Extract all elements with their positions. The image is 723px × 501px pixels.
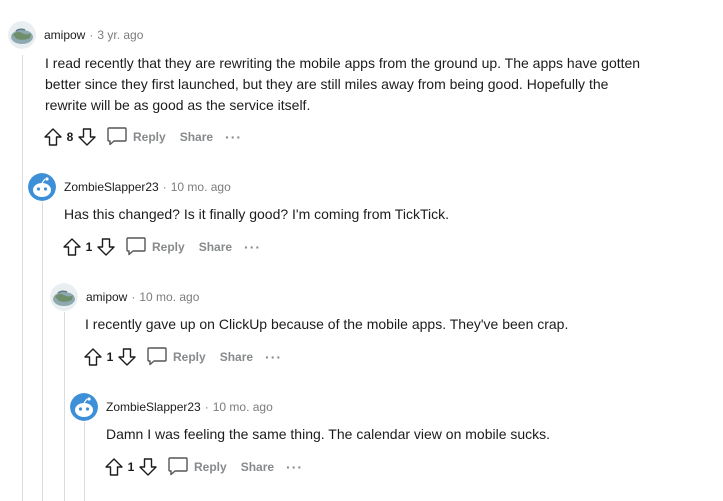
more-options-icon[interactable]: ··· (265, 349, 282, 365)
share-button[interactable]: Share (241, 460, 274, 474)
comment-body: I recently gave up on ClickUp because of… (85, 314, 705, 335)
comment-body: I read recently that they are rewriting … (45, 53, 715, 116)
snoo-avatar-icon[interactable] (70, 393, 98, 421)
separator-dot: · (162, 180, 167, 194)
separator-dot: · (89, 28, 94, 42)
comment-author[interactable]: ZombieSlapper23 (64, 180, 159, 194)
globe-avatar-icon[interactable] (50, 283, 78, 311)
reply-button[interactable]: Reply (125, 236, 185, 259)
separator-dot: · (204, 400, 209, 414)
downvote-icon[interactable] (116, 346, 138, 368)
snoo-avatar-icon[interactable] (28, 173, 56, 201)
vote-count: 1 (127, 460, 135, 474)
comment-line: I recently gave up on ClickUp because of… (85, 316, 569, 332)
comment-line: I read recently that they are rewriting … (45, 55, 641, 71)
separator-dot: · (131, 290, 136, 304)
comment-body: Damn I was feeling the same thing. The c… (106, 424, 706, 445)
comment-line: Damn I was feeling the same thing. The c… (106, 426, 551, 442)
comment-line: better since they first launched, but th… (45, 76, 609, 92)
globe-avatar-icon[interactable] (8, 21, 36, 49)
comment-author[interactable]: amipow (44, 28, 85, 42)
vote-count: 1 (106, 350, 114, 364)
share-button[interactable]: Share (199, 240, 232, 254)
comment-line: rewrite will be as good as the service i… (45, 97, 311, 113)
reply-button[interactable]: Reply (146, 346, 206, 369)
comment-bubble-icon (167, 456, 189, 479)
comment-bubble-icon (146, 346, 168, 369)
comment-timestamp[interactable]: 10 mo. ago (171, 180, 231, 194)
downvote-icon[interactable] (95, 236, 117, 258)
more-options-icon[interactable]: ··· (244, 239, 261, 255)
upvote-icon[interactable] (82, 346, 104, 368)
vote-count: 1 (85, 240, 93, 254)
comment-bubble-icon (125, 236, 147, 259)
upvote-icon[interactable] (103, 456, 125, 478)
share-button[interactable]: Share (220, 350, 253, 364)
reply-button[interactable]: Reply (106, 126, 166, 149)
reply-button[interactable]: Reply (167, 456, 227, 479)
thread-line[interactable] (84, 422, 85, 501)
reply-label: Reply (133, 130, 166, 144)
share-button[interactable]: Share (180, 130, 213, 144)
reply-label: Reply (194, 460, 227, 474)
upvote-icon[interactable] (61, 236, 83, 258)
more-options-icon[interactable]: ··· (286, 459, 303, 475)
comment-timestamp[interactable]: 3 yr. ago (97, 28, 143, 42)
thread-line[interactable] (64, 312, 65, 501)
vote-count: 8 (66, 130, 74, 144)
comment-timestamp[interactable]: 10 mo. ago (139, 290, 199, 304)
downvote-icon[interactable] (76, 126, 98, 148)
reply-label: Reply (152, 240, 185, 254)
upvote-icon[interactable] (42, 126, 64, 148)
comment-bubble-icon (106, 126, 128, 149)
reply-label: Reply (173, 350, 206, 364)
comment-timestamp[interactable]: 10 mo. ago (213, 400, 273, 414)
comment-line: Has this changed? Is it finally good? I'… (64, 206, 449, 222)
comment-author[interactable]: amipow (86, 290, 127, 304)
comment-body: Has this changed? Is it finally good? I'… (64, 204, 704, 225)
thread-line[interactable] (42, 202, 43, 501)
more-options-icon[interactable]: ··· (225, 129, 242, 145)
thread-line[interactable] (22, 55, 23, 501)
comment-author[interactable]: ZombieSlapper23 (106, 400, 201, 414)
downvote-icon[interactable] (137, 456, 159, 478)
